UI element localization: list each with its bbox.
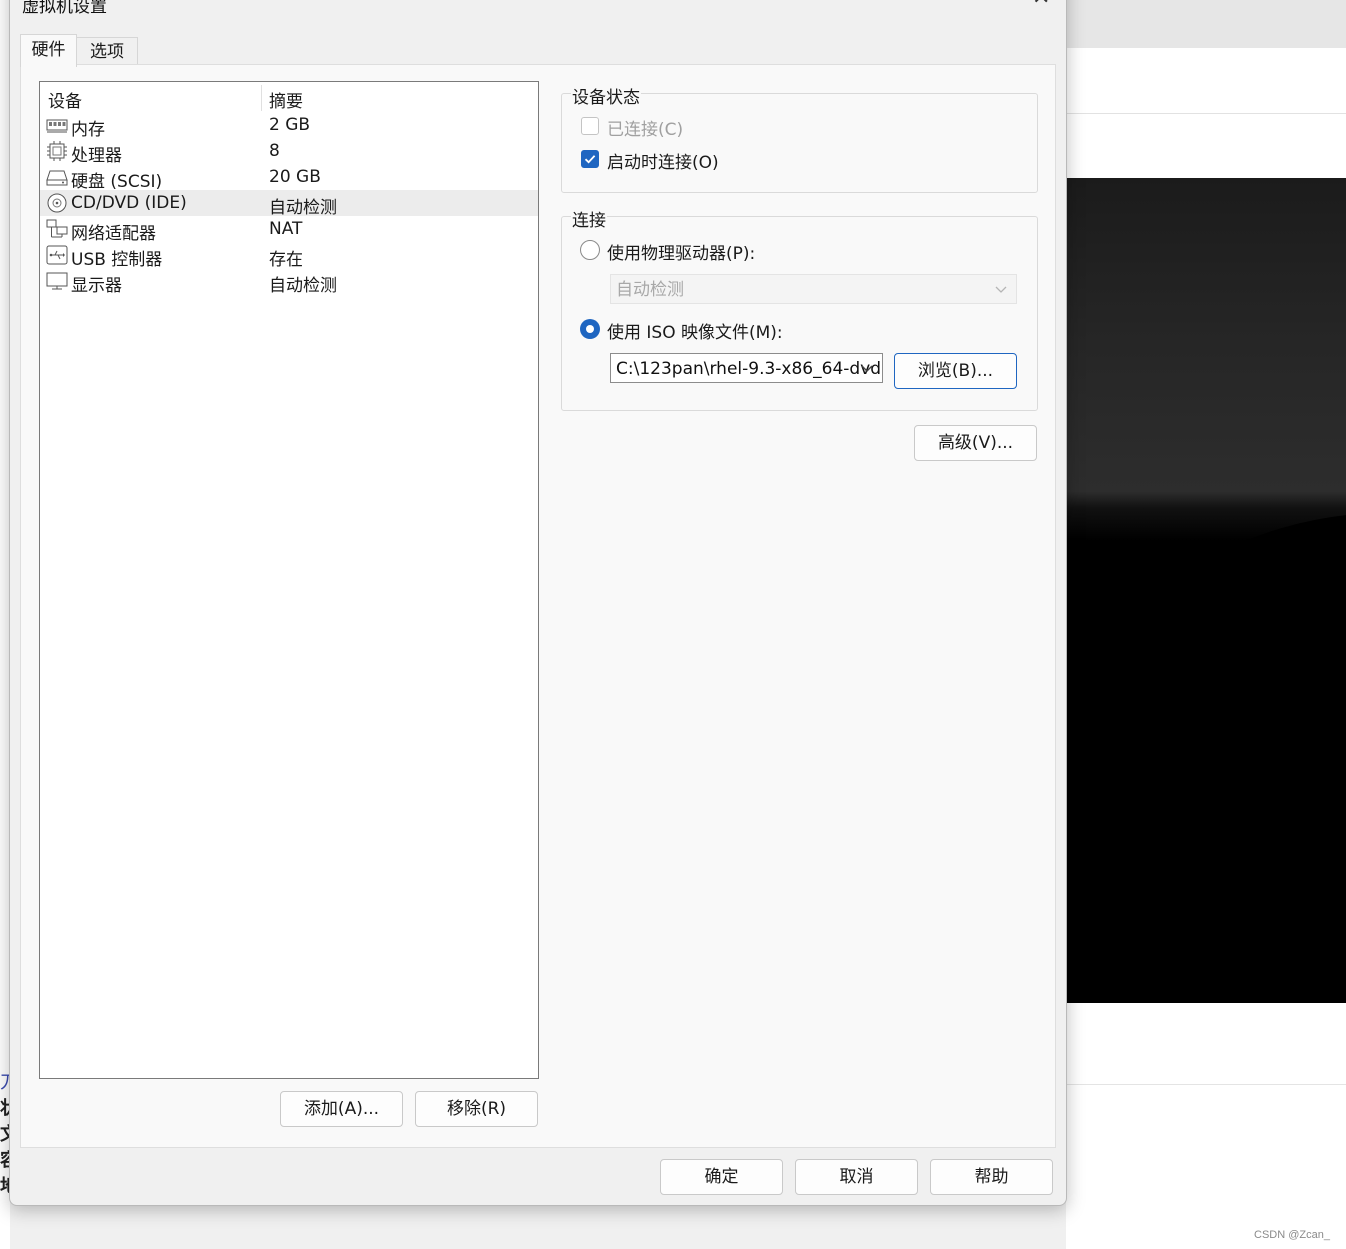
iso-path-value: C:\123pan\rhel-9.3-x86_64-dvd.iso xyxy=(616,359,883,379)
tab-options[interactable]: 选项 xyxy=(76,37,138,66)
device-status-group: 设备状态 已连接(C) 启动时连接(O) xyxy=(561,83,1038,193)
device-summary: 自动检测 xyxy=(269,276,337,296)
device-name: USB 控制器 xyxy=(71,250,163,270)
add-device-button[interactable]: 添加(A)... xyxy=(280,1091,403,1127)
usb-controller-icon xyxy=(46,245,68,265)
physical-drive-radio[interactable] xyxy=(580,240,600,260)
connect-at-power-on-label[interactable]: 启动时连接(O) xyxy=(607,148,719,173)
ok-button[interactable]: 确定 xyxy=(660,1159,783,1195)
dialog-title: 虚拟机设置 xyxy=(22,0,107,17)
tab-hardware[interactable]: 硬件 xyxy=(20,34,77,67)
device-row-cd-dvd[interactable]: CD/DVD (IDE) 自动检测 xyxy=(40,190,538,218)
device-status-legend: 设备状态 xyxy=(571,83,641,108)
vm-screen-shape xyxy=(1066,513,1346,1003)
hardware-panel: 设备 摘要 内存 2 GB 处理器 8 硬盘 (SCSI) 20 GB CD/D… xyxy=(20,64,1056,1148)
background-app-toolbar xyxy=(1066,0,1346,49)
device-summary: 自动检测 xyxy=(269,198,337,218)
advanced-button[interactable]: 高级(V)... xyxy=(914,425,1037,461)
device-summary: 8 xyxy=(269,141,280,161)
chevron-down-icon[interactable] xyxy=(860,354,874,382)
column-header-device[interactable]: 设备 xyxy=(48,87,82,112)
device-row-hard-disk[interactable]: 硬盘 (SCSI) 20 GB xyxy=(40,164,538,192)
iso-image-radio[interactable] xyxy=(580,319,600,339)
device-name: CD/DVD (IDE) xyxy=(71,193,187,213)
connected-label: 已连接(C) xyxy=(607,120,684,140)
device-row-network-adapter[interactable]: 网络适配器 NAT xyxy=(40,216,538,244)
close-icon[interactable]: ✕ xyxy=(1032,0,1050,9)
device-name: 处理器 xyxy=(71,146,122,166)
device-summary: NAT xyxy=(269,219,303,239)
connected-checkbox xyxy=(581,117,599,135)
remove-device-button[interactable]: 移除(R) xyxy=(415,1091,538,1127)
hard-disk-icon xyxy=(46,170,68,186)
device-row-processor[interactable]: 处理器 8 xyxy=(40,138,538,166)
background-app-footer xyxy=(1066,1003,1346,1249)
watermark: CSDN @Zcan_ xyxy=(1254,1229,1330,1241)
display-icon xyxy=(46,272,68,290)
browse-button[interactable]: 浏览(B)... xyxy=(894,353,1017,389)
connect-at-power-on-checkbox[interactable] xyxy=(581,150,599,168)
device-row-memory[interactable]: 内存 2 GB xyxy=(40,112,538,140)
device-row-display[interactable]: 显示器 自动检测 xyxy=(40,268,538,296)
connection-group: 连接 使用物理驱动器(P): 自动检测 使用 ISO 映像文件(M): C:\1… xyxy=(561,206,1038,411)
vm-console-screen[interactable] xyxy=(1066,178,1346,1003)
device-summary: 2 GB xyxy=(269,115,311,135)
device-name: 显示器 xyxy=(71,276,122,296)
help-button[interactable]: 帮助 xyxy=(930,1159,1053,1195)
vm-settings-dialog: 虚拟机设置 ✕ 硬件 选项 设备 摘要 内存 2 GB 处理器 8 xyxy=(9,0,1067,1206)
background-divider xyxy=(1066,1084,1346,1085)
title-bar[interactable]: 虚拟机设置 ✕ xyxy=(10,0,1066,23)
physical-drive-select: 自动检测 xyxy=(610,274,1017,304)
iso-image-label[interactable]: 使用 ISO 映像文件(M): xyxy=(607,318,783,343)
device-summary: 20 GB xyxy=(269,167,321,187)
chevron-down-icon xyxy=(995,286,1007,293)
device-name: 网络适配器 xyxy=(71,224,156,244)
column-separator[interactable] xyxy=(261,85,262,111)
physical-drive-value: 自动检测 xyxy=(616,280,684,300)
device-list[interactable]: 设备 摘要 内存 2 GB 处理器 8 硬盘 (SCSI) 20 GB CD/D… xyxy=(39,81,539,1079)
network-adapter-icon xyxy=(46,219,68,238)
device-row-usb-controller[interactable]: USB 控制器 存在 xyxy=(40,242,538,270)
device-summary: 存在 xyxy=(269,250,303,270)
cd-dvd-icon xyxy=(47,193,67,213)
iso-path-input[interactable]: C:\123pan\rhel-9.3-x86_64-dvd.iso xyxy=(610,353,883,383)
device-name: 硬盘 (SCSI) xyxy=(71,172,163,192)
device-list-header: 设备 摘要 xyxy=(40,82,538,112)
checkmark-icon xyxy=(584,155,596,164)
background-divider xyxy=(1066,113,1346,114)
processor-icon xyxy=(47,141,67,161)
physical-drive-label[interactable]: 使用物理驱动器(P): xyxy=(607,239,755,264)
column-header-summary[interactable]: 摘要 xyxy=(269,87,303,112)
connection-legend: 连接 xyxy=(571,206,607,231)
memory-icon xyxy=(46,119,68,133)
device-name: 内存 xyxy=(71,120,105,140)
cancel-button[interactable]: 取消 xyxy=(795,1159,918,1195)
